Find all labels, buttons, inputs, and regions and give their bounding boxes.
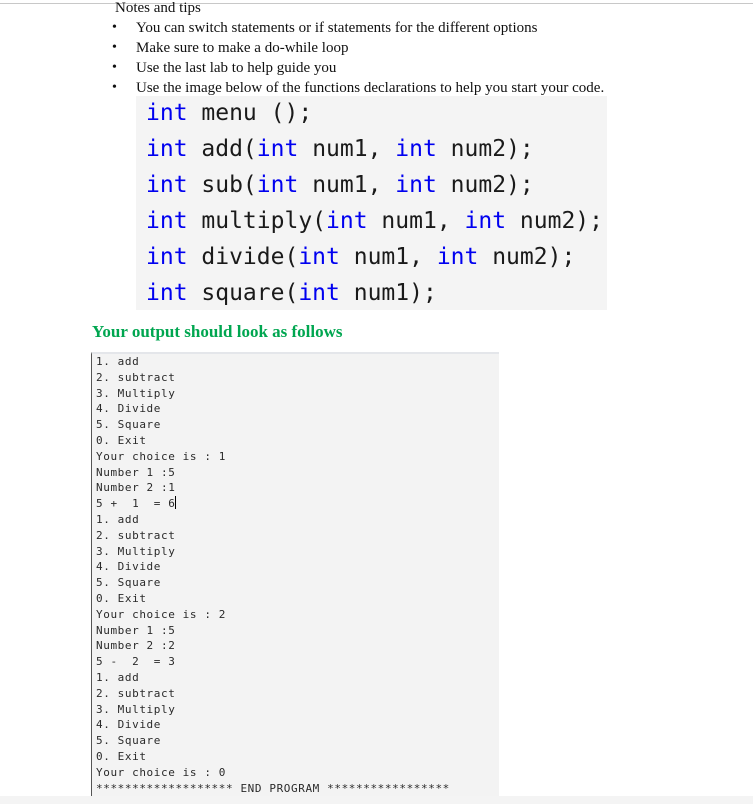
notes-bullet-list: • You can switch statements or if stateme… [112,18,604,98]
code-text: num1, [367,208,465,234]
bullet-text: Use the image below of the functions dec… [136,80,605,96]
code-keyword: int [298,280,340,306]
code-text: num2); [436,136,534,162]
code-keyword: int [146,136,188,162]
page-footer-bar [0,796,753,804]
list-item: • Use the image below of the functions de… [112,78,604,98]
code-text: divide( [187,244,299,270]
code-keyword: int [256,136,299,162]
code-line: int divide(int num1, int num2); [146,242,575,272]
console-line: 5. Square [96,418,162,432]
code-text: multiply( [187,208,327,234]
bullet-icon: • [112,20,117,35]
console-line: 5. Square [96,734,162,748]
list-item: • You can switch statements or if stateme… [112,18,604,38]
console-line: 3. Multiply [96,544,176,558]
console-line: 2. subtract [96,686,176,700]
code-text: menu (); [187,100,313,126]
console-line: 2. subtract [96,528,176,542]
console-line: 4. Divide [96,718,162,732]
console-line: Your choice is : 1 [96,449,227,463]
list-item: • Use the last lab to help guide you [112,58,604,78]
code-text: add( [187,136,257,162]
code-keyword: int [298,244,340,270]
console-line: 1. add [96,355,140,368]
page-top-rule [0,0,753,4]
bullet-icon: • [112,80,117,95]
code-line: int menu (); [146,98,312,128]
code-keyword: int [395,172,437,198]
console-line: 4. Divide [96,560,162,574]
console-line: Your choice is : 2 [96,607,227,621]
bullet-text: Use the last lab to help guide you [136,60,337,76]
console-line: 3. Multiply [96,386,176,400]
code-line: int sub(int num1, int num2); [146,170,534,200]
code-keyword: int [146,244,188,270]
code-text: num2); [436,172,534,198]
code-text: sub( [187,172,257,198]
console-line: Your choice is : 0 [96,765,227,779]
function-declarations-code-block: int menu (); int add(int num1, int num2);… [136,96,607,310]
output-heading: Your output should look as follows [92,322,343,341]
code-keyword: int [436,244,479,270]
list-item: • Make sure to make a do-while loop [112,38,604,58]
code-keyword: int [326,208,368,234]
bullet-text: You can switch statements or if statemen… [136,20,538,36]
code-text: num1, [298,136,396,162]
console-line: 0. Exit [96,750,147,763]
code-keyword: int [146,280,188,306]
console-line: Number 2 :1 [96,481,176,495]
code-keyword: int [395,136,437,162]
sample-console-output: 1. add 2. subtract 3. Multiply 4. Divide 5. … [91,352,499,798]
console-line: Number 1 :5 [96,623,176,637]
console-line: 3. Multiply [96,702,176,716]
console-line: 1. add [96,513,140,526]
code-text: num1, [339,244,437,270]
notes-title: Notes and tips [115,0,201,16]
bullet-icon: • [112,40,117,55]
code-keyword: int [146,172,188,198]
code-text: num2); [478,244,576,270]
console-line: 4. Divide [96,402,162,416]
console-line: 2. subtract [96,370,176,384]
bullet-icon: • [112,60,117,75]
code-text: num1); [339,280,437,306]
console-line: Number 2 :2 [96,639,176,653]
console-line: 0. Exit [96,434,147,447]
console-line: ******************* END PROGRAM ********… [96,781,450,795]
code-text: square( [187,280,299,306]
console-line: 5. Square [96,576,162,590]
text-cursor [175,496,177,510]
console-line: Number 1 :5 [96,465,176,479]
code-text: num1, [298,172,396,198]
console-line: 1. add [96,671,140,684]
console-line: 0. Exit [96,592,147,605]
code-keyword: int [464,208,507,234]
code-line: int square(int num1); [146,278,437,308]
console-line: 5 + 1 = 6 [96,496,177,511]
code-line: int add(int num1, int num2); [146,134,534,164]
code-keyword: int [146,208,188,234]
code-keyword: int [256,172,299,198]
console-line: 5 - 2 = 3 [96,655,176,669]
code-line: int multiply(int num1, int num2); [146,206,603,236]
bullet-text: Make sure to make a do-while loop [136,40,349,56]
code-text: num2); [506,208,603,234]
code-keyword: int [146,100,188,126]
